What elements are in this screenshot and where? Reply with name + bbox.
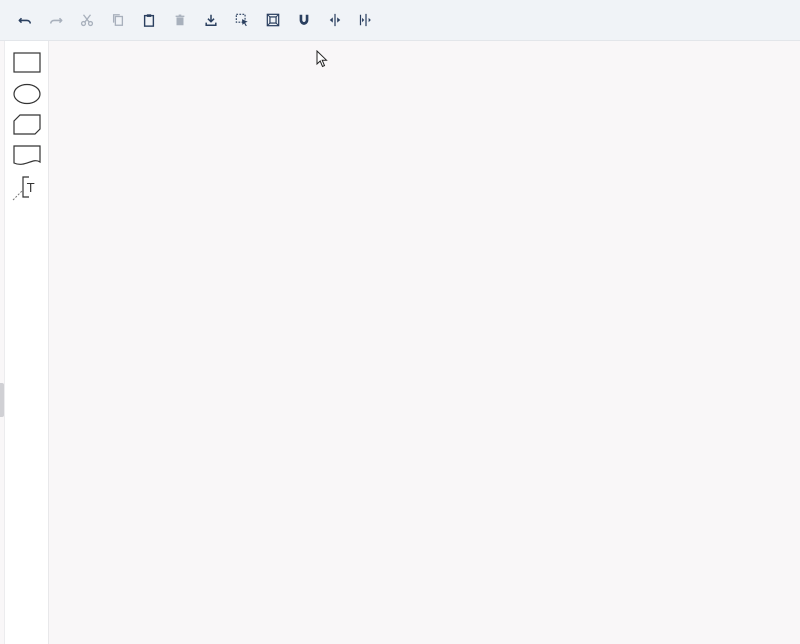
text-annotation-icon: T [12,176,35,201]
cut-button[interactable] [77,10,97,30]
select-button[interactable] [232,10,252,30]
copy-icon [112,14,124,26]
text-annotation-label: T [26,181,35,195]
toolbar [0,0,800,41]
shape-palette: T [4,41,49,644]
redo-icon [49,17,63,24]
palette-document[interactable] [12,143,42,169]
redo-button[interactable] [46,10,66,30]
cut-corner-shape-icon [13,114,41,135]
selection-cursor-icon [235,13,248,27]
palette-rectangle[interactable] [12,50,42,76]
paste-button[interactable] [139,10,159,30]
copy-button[interactable] [108,10,128,30]
document-shape-icon [13,145,41,165]
undo-button[interactable] [15,10,35,30]
undo-icon [18,17,32,24]
distribute-horizontal-button[interactable] [356,10,376,30]
rectangle-shape-icon [13,52,41,73]
download-icon [205,14,217,26]
fit-frame-icon [266,13,280,27]
palette-text-annotation[interactable]: T [12,175,42,201]
delete-button[interactable] [170,10,190,30]
diagram-canvas[interactable] [50,42,800,644]
trash-icon [175,14,185,26]
align-horizontal-center-icon [329,13,341,27]
scissors-icon [80,14,94,27]
distribute-horizontal-icon [359,13,371,27]
export-button[interactable] [201,10,221,30]
palette-ellipse[interactable] [12,81,42,107]
diagram-editor: T [0,0,800,644]
palette-cut-corner-rectangle[interactable] [12,112,42,138]
clipboard-icon [143,14,155,27]
magnet-icon [299,14,309,25]
snap-toggle-button[interactable] [294,10,314,30]
ellipse-shape-icon [13,83,41,105]
align-horizontal-button[interactable] [325,10,345,30]
fit-to-screen-button[interactable] [263,10,283,30]
